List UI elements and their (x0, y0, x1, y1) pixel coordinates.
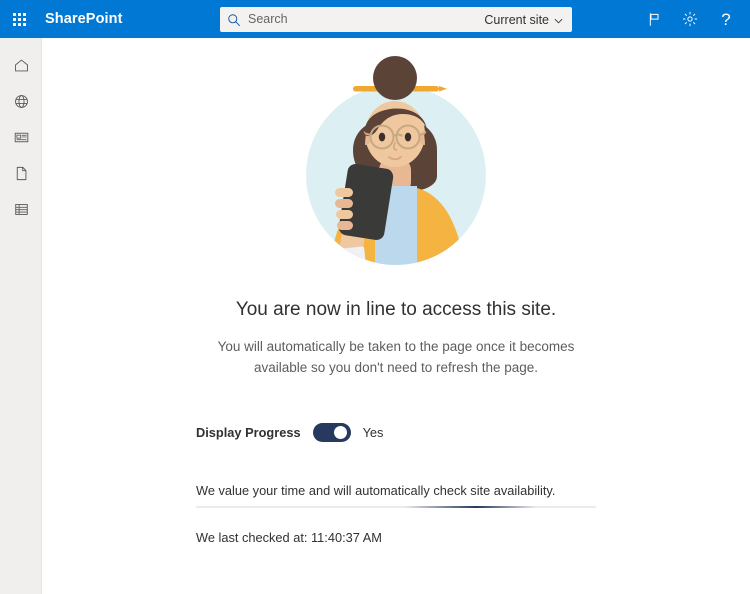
help-icon-glyph: ? (721, 9, 731, 29)
search-scope-label: Current site (484, 12, 549, 27)
illustration-wrap (42, 38, 750, 280)
app-shell: You are now in line to access this site.… (0, 38, 750, 594)
toggle-knob (333, 425, 347, 439)
app-launcher-waffle-icon[interactable] (0, 0, 38, 38)
progress-panel: Display Progress Yes We value your time … (196, 422, 596, 545)
sidebar-item-lists[interactable] (0, 191, 42, 227)
search-scope-selector[interactable]: Current site (478, 13, 572, 27)
sidebar-item-news[interactable] (0, 119, 42, 155)
page-subtitle-line2: so you don't need to refresh the page. (311, 359, 539, 375)
brand-sharepoint[interactable]: SharePoint (45, 11, 123, 27)
availability-status-text: We value your time and will automaticall… (196, 482, 556, 498)
display-progress-label: Display Progress (196, 424, 301, 440)
person-holding-phone-illustration (306, 56, 486, 265)
page-subtitle: You will automatically be taken to the p… (201, 337, 591, 379)
page-icon (13, 165, 30, 182)
globe-icon (13, 93, 30, 110)
search-input[interactable] (248, 8, 479, 31)
sidebar-item-pages[interactable] (0, 155, 42, 191)
home-icon (13, 57, 30, 74)
display-progress-row: Display Progress Yes (196, 422, 596, 442)
news-icon (13, 129, 30, 146)
search-icon (220, 13, 248, 27)
progress-indicator (196, 505, 596, 508)
gear-icon[interactable] (672, 0, 708, 38)
sidebar-item-web[interactable] (0, 83, 42, 119)
suite-header: SharePoint Current site (0, 0, 750, 38)
left-rail (0, 38, 42, 594)
search-box[interactable]: Current site (220, 7, 572, 32)
waffle-grid (12, 12, 26, 26)
flag-icon[interactable] (636, 0, 672, 38)
last-checked-text: We last checked at: 11:40:37 AM (196, 529, 382, 545)
list-icon (13, 201, 30, 218)
sidebar-item-home[interactable] (0, 47, 42, 83)
help-icon[interactable]: ? (708, 0, 744, 38)
progress-bar-fill (404, 505, 536, 508)
display-progress-state: Yes (362, 424, 384, 440)
display-progress-toggle[interactable] (312, 422, 351, 442)
waiting-room-content: You are now in line to access this site.… (42, 38, 750, 594)
header-actions: ? (636, 0, 744, 38)
page-title: You are now in line to access this site. (235, 299, 557, 320)
chevron-down-icon (554, 13, 563, 27)
